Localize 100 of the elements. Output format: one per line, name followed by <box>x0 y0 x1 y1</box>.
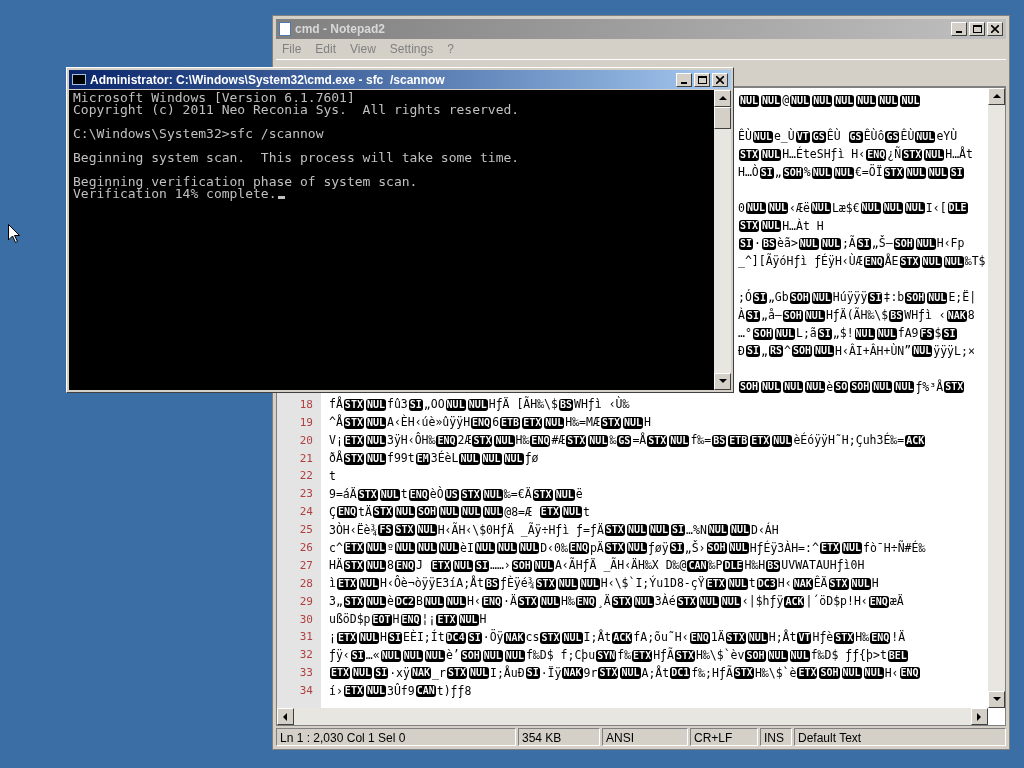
text-run: €=ÖÏ <box>854 163 883 181</box>
control-char-badge: ETX <box>336 578 357 590</box>
text-run: 2Æ <box>457 432 472 450</box>
control-char-badge: STX <box>532 488 553 501</box>
text-run: H‹ <box>884 664 899 682</box>
control-char-badge: STX <box>725 631 746 644</box>
control-char-badge: DLE <box>947 202 968 215</box>
horizontal-scrollbar[interactable] <box>277 708 988 725</box>
scroll-left-button[interactable] <box>277 708 294 725</box>
menu-item[interactable]: View <box>350 40 376 58</box>
text-run: fA;õu˜H‹ <box>633 629 689 647</box>
scroll-up-button[interactable] <box>988 88 1005 105</box>
scroll-down-button[interactable] <box>988 691 1005 708</box>
control-char-badge: NAK <box>946 309 967 322</box>
text-run: t <box>748 575 756 593</box>
vertical-scrollbar[interactable] <box>714 90 731 390</box>
status-field: ANSI <box>602 728 688 746</box>
text-run: ðÅ <box>329 450 343 468</box>
text-run: H;Åt <box>768 629 797 647</box>
control-char-badge: NUL <box>915 130 936 143</box>
maximize-button[interactable] <box>969 22 985 36</box>
minimize-button[interactable] <box>951 22 967 36</box>
control-char-badge: NUL <box>533 560 554 573</box>
text-run: ‰P <box>708 557 723 575</box>
text-run: ÊÙ <box>900 128 915 146</box>
control-char-badge: NUL <box>379 488 400 501</box>
control-char-badge: NUL <box>729 524 750 537</box>
close-button[interactable] <box>987 22 1003 36</box>
control-char-badge: BS <box>558 399 573 412</box>
close-button[interactable] <box>712 72 728 87</box>
console-line: Beginning system scan. This process will take some time. <box>73 152 520 164</box>
control-char-badge: STX <box>899 255 920 268</box>
text-run: 0 <box>738 199 745 217</box>
vertical-scrollbar[interactable] <box>988 88 1005 708</box>
text-run: eYÙ <box>936 128 958 146</box>
text-run: èÒ <box>429 485 444 503</box>
maximize-button[interactable] <box>694 72 710 87</box>
text-run: è’ <box>445 646 460 664</box>
control-char-badge: NUL <box>365 416 386 429</box>
text-run: HƒÃ <box>653 646 674 664</box>
text-run: WHƒì ‹ <box>904 307 946 324</box>
text-run: V¡ <box>329 432 343 450</box>
menu-item[interactable]: File <box>282 40 302 58</box>
menu-item[interactable]: ? <box>447 40 454 58</box>
control-char-badge: NUL <box>446 595 467 608</box>
text-run: ÊÙ <box>826 128 842 146</box>
minimize-button[interactable] <box>676 72 692 87</box>
control-char-badge: NUL <box>439 542 460 555</box>
control-char-badge: NUL <box>924 148 945 161</box>
text-run: ¿Ñ <box>887 146 902 163</box>
control-char-badge: NUL <box>790 94 811 107</box>
scroll-right-button[interactable] <box>971 708 988 725</box>
text-run: H‹ÃH‹\$0HƒÄ _Ãÿ÷Hƒì ƒ=ƒÄ <box>437 521 604 539</box>
status-field: INS <box>760 728 792 746</box>
control-char-badge: NUL <box>752 130 773 143</box>
scroll-thumb[interactable] <box>714 107 731 129</box>
text-run: ‰T$ <box>964 253 986 271</box>
control-char-badge: NUL <box>380 649 401 662</box>
control-char-badge: SOH <box>511 560 532 573</box>
control-char-badge: NUL <box>539 595 560 608</box>
control-char-badge: ETX <box>750 434 771 447</box>
control-char-badge: EM <box>415 452 430 465</box>
control-char-badge: NUL <box>768 202 789 215</box>
text-run: #Æ <box>551 432 566 450</box>
scroll-down-button[interactable] <box>714 373 731 390</box>
control-char-badge: ENQ <box>530 434 551 447</box>
control-char-badge: SI <box>752 291 767 304</box>
text-run: ‡:b <box>883 289 905 307</box>
control-char-badge: NUL <box>905 166 926 179</box>
line-number: 26 <box>299 539 313 556</box>
control-char-badge: NUL <box>439 506 460 519</box>
control-char-badge: SI <box>739 238 754 251</box>
control-char-badge: NUL <box>789 649 810 662</box>
line-number: 28 <box>299 575 313 592</box>
control-char-badge: STX <box>472 434 493 447</box>
control-char-badge: SI <box>374 667 389 680</box>
text-run: 9=áÄ <box>329 485 357 503</box>
control-char-badge: NAK <box>562 667 583 680</box>
text-run: H‰\$`èv <box>696 646 745 664</box>
text-run: ÊÄ <box>813 575 828 593</box>
control-char-badge: STX <box>598 667 619 680</box>
control-char-badge: BEL <box>887 649 908 662</box>
control-char-badge: STX <box>566 434 587 447</box>
control-char-badge: NUL <box>805 381 826 394</box>
scroll-up-button[interactable] <box>714 90 731 107</box>
text-run: ƒøÿ <box>647 539 669 557</box>
text-run: „ <box>774 163 782 181</box>
control-char-badge: ENQ <box>863 255 884 268</box>
line-number: 24 <box>299 504 313 521</box>
control-char-badge: NUL <box>504 649 525 662</box>
menu-item[interactable]: Settings <box>389 40 434 58</box>
control-char-badge: STX <box>357 488 378 501</box>
text-run: ÅE <box>884 253 899 271</box>
menu-item[interactable]: Edit <box>315 40 337 58</box>
text-run: ;Ó <box>738 289 752 307</box>
control-char-badge: STX <box>604 542 625 555</box>
text-run: f‰D$ ƒƒ{þ>t <box>810 646 887 664</box>
control-char-badge: SOH <box>752 327 773 340</box>
control-char-badge: SI <box>408 399 423 412</box>
control-char-badge: ETX <box>330 667 351 680</box>
